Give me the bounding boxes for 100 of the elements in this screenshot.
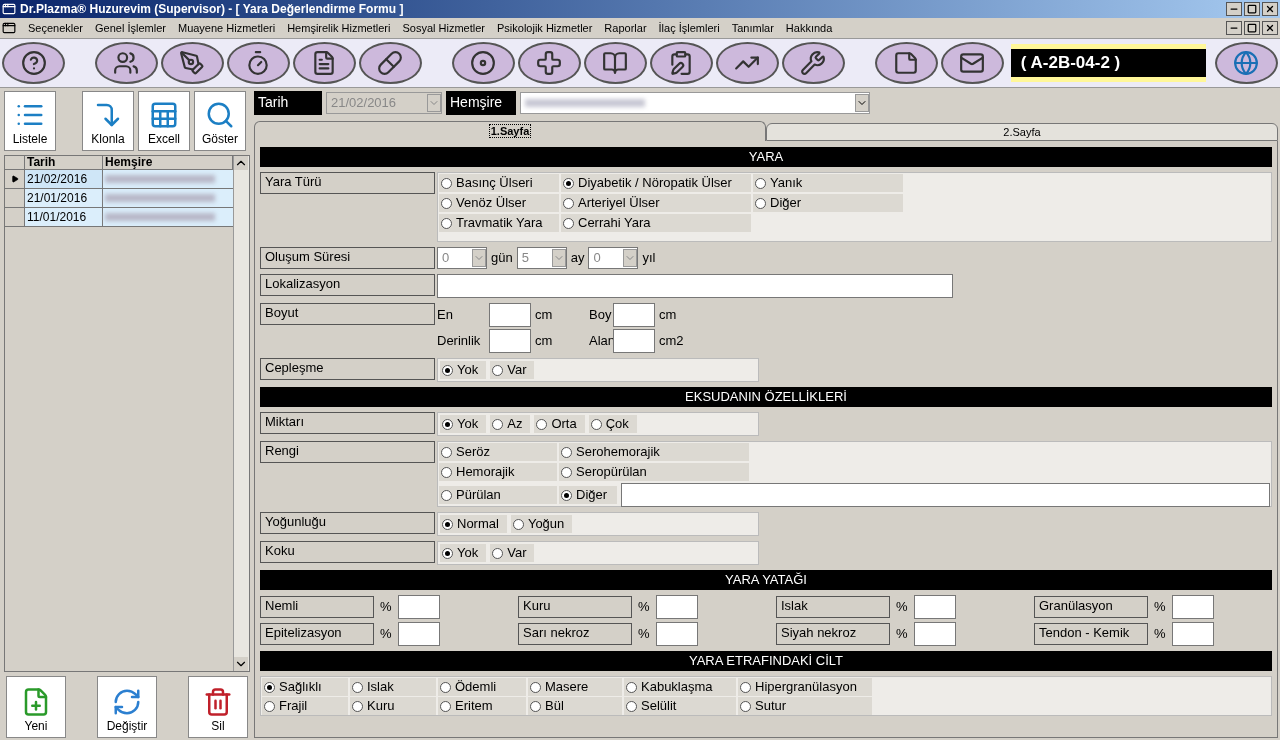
- input-field[interactable]: [613, 329, 655, 353]
- unit-label: %: [1154, 625, 1166, 644]
- radio-option[interactable]: Venöz Ülser: [439, 194, 559, 212]
- menu-item[interactable]: Hemşirelik Hizmetleri: [281, 19, 397, 37]
- radio-option[interactable]: Arteriyel Ülser: [561, 194, 751, 212]
- radio-option[interactable]: Sutur: [738, 697, 872, 715]
- radio-option[interactable]: Diğer: [559, 486, 617, 504]
- menu-item[interactable]: Sosyal Hizmetler: [396, 19, 491, 37]
- action-button[interactable]: Değiştir: [97, 676, 157, 738]
- trash-icon: [203, 687, 233, 717]
- unit-label: %: [896, 625, 908, 644]
- radio-option[interactable]: Serohemorajik: [559, 443, 749, 461]
- menu-item[interactable]: Muayene Hizmetleri: [171, 19, 282, 37]
- radio-option[interactable]: Normal: [440, 515, 507, 533]
- field-label: Tendon - Kemik: [1034, 623, 1148, 645]
- radio-option[interactable]: Cerrahi Yara: [561, 214, 751, 232]
- minimize-button[interactable]: [1226, 21, 1242, 35]
- unit-label: %: [380, 625, 392, 644]
- input-field[interactable]: [1171, 622, 1214, 646]
- nurse-dropdown[interactable]: [520, 92, 870, 114]
- action-button[interactable]: Sil: [188, 676, 248, 738]
- input-field[interactable]: [489, 303, 531, 327]
- radio-option[interactable]: Seropürülan: [559, 463, 749, 481]
- radio-option[interactable]: Diğer: [753, 194, 903, 212]
- action-button[interactable]: Yeni: [6, 676, 66, 738]
- window-title: Dr.Plazma® Huzurevim (Supervisor) - [ Yara Değerlendirme Formu ]: [20, 1, 404, 18]
- input-field[interactable]: [913, 622, 956, 646]
- radio-option[interactable]: Yoğun: [510, 515, 573, 533]
- radio-option[interactable]: Az: [490, 415, 531, 433]
- input-field[interactable]: [655, 595, 698, 619]
- radio-option[interactable]: Islak: [350, 678, 436, 696]
- dropdown[interactable]: 0: [588, 247, 639, 269]
- side-button[interactable]: Göster: [194, 91, 246, 151]
- side-button[interactable]: Listele: [4, 91, 56, 151]
- maximize-button[interactable]: [1244, 2, 1260, 16]
- section-header: YARA YATAĞI: [260, 570, 1272, 590]
- menu-item[interactable]: Seçenekler: [22, 19, 90, 37]
- tab[interactable]: 2.Sayfa: [766, 123, 1278, 141]
- radio-option[interactable]: Çok: [588, 415, 637, 433]
- input-field[interactable]: [397, 595, 440, 619]
- table-cell: 11/01/2016: [25, 208, 103, 226]
- scrollbar[interactable]: [233, 156, 249, 671]
- side-button[interactable]: Excell: [138, 91, 190, 151]
- radio-option[interactable]: Yanık: [753, 174, 903, 192]
- menu-item[interactable]: Tanımlar: [725, 19, 780, 37]
- radio-option[interactable]: Seröz: [439, 443, 557, 461]
- field-label: Kuru: [518, 596, 632, 618]
- menu-item[interactable]: Genel İşlemler: [89, 19, 172, 37]
- tab[interactable]: 1.Sayfa: [254, 121, 766, 141]
- menu-item[interactable]: Hakkında: [779, 19, 839, 37]
- radio-option[interactable]: Kuru: [350, 697, 436, 715]
- input-field[interactable]: [613, 303, 655, 327]
- radio-option[interactable]: Yok: [440, 544, 487, 562]
- globe-icon: [1233, 50, 1260, 76]
- close-button[interactable]: [1262, 21, 1278, 35]
- input-field[interactable]: [437, 274, 953, 298]
- side-button[interactable]: Klonla: [82, 91, 134, 151]
- field-label: Islak: [776, 596, 890, 618]
- menu-item[interactable]: Raporlar: [598, 19, 653, 37]
- minimize-button[interactable]: [1226, 2, 1242, 16]
- radio-option[interactable]: Hipergranülasyon: [738, 678, 872, 696]
- caret-icon: [427, 94, 441, 112]
- unit-label: gün: [491, 249, 513, 268]
- radio-option[interactable]: Eritem: [438, 697, 526, 715]
- radio-option[interactable]: Sağlıklı: [262, 678, 348, 696]
- menu-item[interactable]: Psikolojik Hizmetler: [491, 19, 599, 37]
- dropdown[interactable]: 0: [437, 247, 487, 269]
- radio-option[interactable]: Var: [490, 544, 535, 562]
- unit-label: ay: [570, 249, 585, 268]
- radio-option[interactable]: Orta: [534, 415, 585, 433]
- radio-option[interactable]: Masere: [528, 678, 622, 696]
- radio-option[interactable]: Kabuklaşma: [624, 678, 736, 696]
- field-label: Derinlik: [437, 332, 482, 351]
- input-field[interactable]: [397, 622, 440, 646]
- envelope-icon: [959, 50, 986, 76]
- radio-option[interactable]: Selülit: [624, 697, 736, 715]
- input-field[interactable]: [913, 595, 956, 619]
- radio-option[interactable]: Pürülan: [439, 486, 557, 504]
- radio-option[interactable]: Yok: [440, 415, 487, 433]
- radio-option[interactable]: Hemorajik: [439, 463, 557, 481]
- input-field[interactable]: [1171, 595, 1214, 619]
- radio-option[interactable]: Diyabetik / Nöropatik Ülser: [561, 174, 751, 192]
- radio-option[interactable]: Frajil: [262, 697, 348, 715]
- radio-option[interactable]: Bül: [528, 697, 622, 715]
- radio-option[interactable]: Yok: [440, 361, 487, 379]
- radio-option[interactable]: Basınç Ülseri: [439, 174, 559, 192]
- input-field[interactable]: [655, 622, 698, 646]
- field-label: Epitelizasyon: [260, 623, 374, 645]
- field-label: Cepleşme: [260, 358, 435, 380]
- radio-option[interactable]: Var: [490, 361, 535, 379]
- refresh-icon: [112, 687, 142, 717]
- radio-option[interactable]: Travmatik Yara: [439, 214, 559, 232]
- radio-option[interactable]: Ödemli: [438, 678, 526, 696]
- maximize-button[interactable]: [1244, 21, 1260, 35]
- input-field[interactable]: [489, 329, 531, 353]
- dropdown[interactable]: 5: [516, 247, 567, 269]
- close-button[interactable]: [1262, 2, 1278, 16]
- input-field[interactable]: [621, 483, 1270, 507]
- menu-item[interactable]: İlaç İşlemleri: [652, 19, 726, 37]
- unit-label: yıl: [642, 249, 656, 268]
